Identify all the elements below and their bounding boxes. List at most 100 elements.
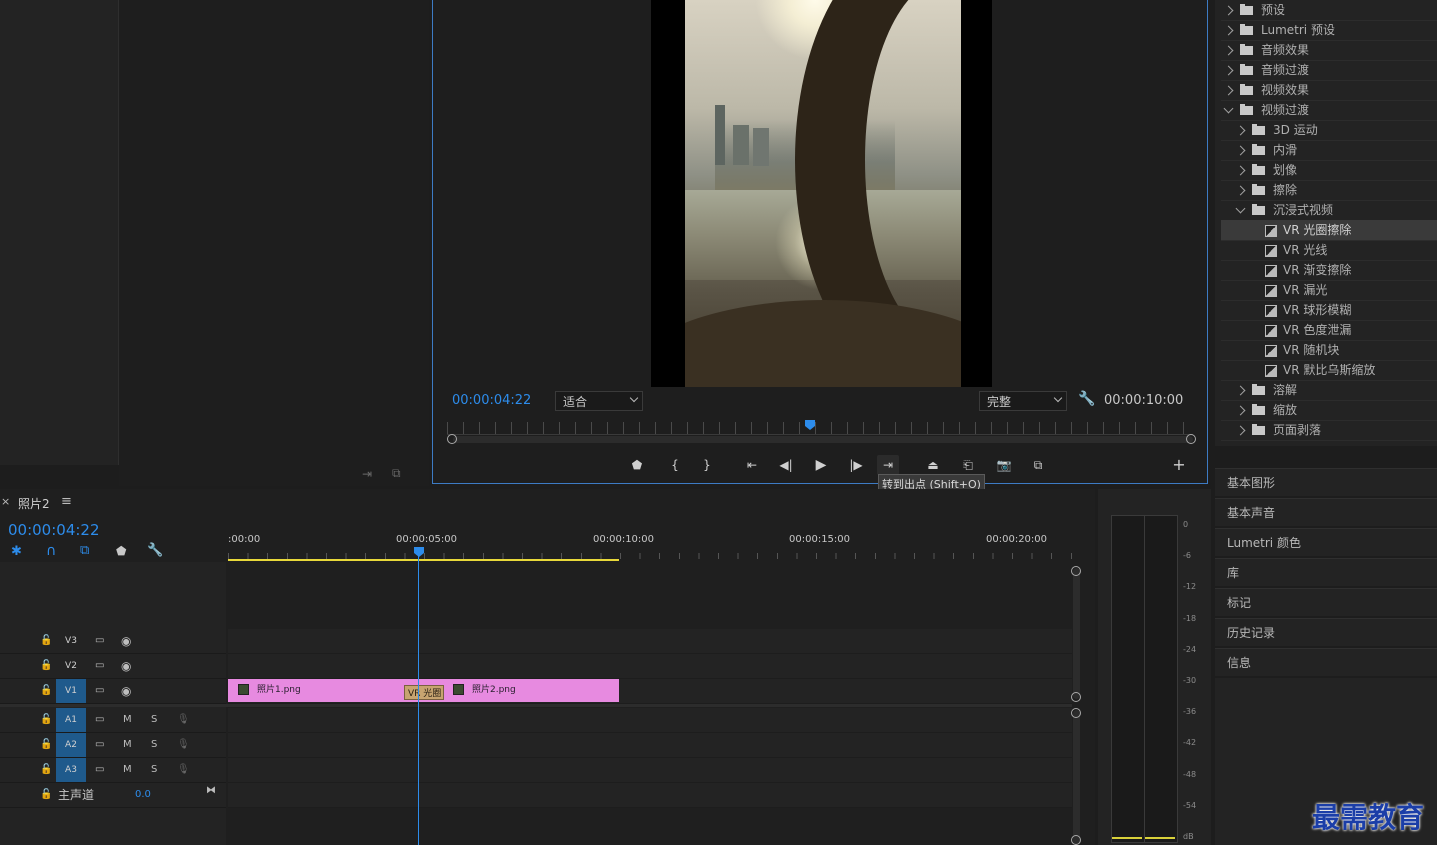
chevron-right-icon[interactable] xyxy=(1223,5,1234,16)
lock-icon[interactable]: 🔓 xyxy=(40,758,52,782)
effects-tree-item[interactable]: Lumetri 预设 xyxy=(1221,20,1437,41)
snap-icon[interactable]: ∩ xyxy=(46,543,56,559)
sync-lock-icon[interactable]: ▭ xyxy=(95,733,104,757)
sync-lock-icon[interactable]: ▭ xyxy=(95,708,104,732)
effects-tree-item[interactable]: VR 色度泄漏 xyxy=(1221,320,1437,341)
effects-tree-item[interactable]: VR 随机块 xyxy=(1221,340,1437,361)
chevron-right-icon[interactable] xyxy=(1223,25,1234,36)
mark-out-icon[interactable]: } xyxy=(696,455,718,475)
scroll-handle-left[interactable] xyxy=(447,434,457,444)
side-panel-tab[interactable]: 信息 xyxy=(1215,648,1437,676)
effects-tree-item[interactable]: 擦除 xyxy=(1221,180,1437,201)
export-frame-icon[interactable]: ⇥ xyxy=(362,467,372,481)
quality-select[interactable]: 完整 xyxy=(979,391,1067,411)
zoom-select[interactable]: 适合 xyxy=(555,391,643,411)
track-lane-a2[interactable] xyxy=(228,733,1072,758)
effects-tree-item[interactable]: VR 渐变擦除 xyxy=(1221,260,1437,281)
insert-icon[interactable]: ⧉ xyxy=(392,466,401,481)
eye-icon[interactable]: ◉ xyxy=(121,654,131,678)
effects-tree-item[interactable]: 缩放 xyxy=(1221,400,1437,421)
video-frame[interactable] xyxy=(651,0,992,387)
mark-in-icon[interactable]: { xyxy=(664,455,686,475)
effects-tree-item[interactable]: 预设 xyxy=(1221,0,1437,21)
effects-tree-item[interactable]: 划像 xyxy=(1221,160,1437,181)
effects-tree-item[interactable]: 视频过渡 xyxy=(1221,100,1437,121)
step-back-icon[interactable]: ◀| xyxy=(775,455,797,475)
lock-icon[interactable]: 🔓 xyxy=(40,733,52,757)
sync-lock-icon[interactable]: ▭ xyxy=(95,629,104,653)
wrench-icon[interactable]: 🔧 xyxy=(1078,391,1095,407)
sync-lock-icon[interactable]: ▭ xyxy=(95,654,104,678)
panel-menu-icon[interactable]: ≡ xyxy=(61,494,72,509)
effects-tree-item[interactable]: 音频过渡 xyxy=(1221,60,1437,81)
chevron-right-icon[interactable] xyxy=(1235,165,1246,176)
step-forward-icon[interactable]: |▶ xyxy=(845,455,867,475)
effects-tree-item[interactable]: 沉浸式视频 xyxy=(1221,200,1437,221)
track-target-v3[interactable]: V3 xyxy=(56,629,86,653)
eye-icon[interactable]: ◉ xyxy=(121,629,131,653)
master-volume-value[interactable]: 0.0 xyxy=(135,783,151,807)
mute-button[interactable]: M xyxy=(123,708,132,732)
track-target-v2[interactable]: V2 xyxy=(56,654,86,678)
mute-button[interactable]: M xyxy=(123,758,132,782)
chevron-down-icon[interactable] xyxy=(1235,203,1246,214)
track-lane-v3[interactable] xyxy=(228,629,1072,654)
mic-icon[interactable]: 🎙 xyxy=(177,733,190,757)
lift-icon[interactable]: ⏏ xyxy=(922,455,944,475)
side-panel-tab[interactable]: 标记 xyxy=(1215,588,1437,616)
mic-icon[interactable]: 🎙 xyxy=(177,708,190,732)
play-icon[interactable]: ▶ xyxy=(810,455,832,475)
keyframe-nav-icon[interactable]: ⧓ xyxy=(206,779,216,803)
scroll-handle-right[interactable] xyxy=(1186,434,1196,444)
chevron-right-icon[interactable] xyxy=(1235,145,1246,156)
mute-button[interactable]: M xyxy=(123,733,132,757)
marker-icon[interactable]: ⬟ xyxy=(116,544,126,558)
go-to-in-icon[interactable]: ⇤ xyxy=(741,455,763,475)
work-area-bar[interactable] xyxy=(228,559,619,561)
effects-tree-item[interactable]: VR 光圈擦除 xyxy=(1221,220,1437,241)
extract-icon[interactable]: ⎗ xyxy=(957,455,979,475)
program-timecode[interactable]: 00:00:04:22 xyxy=(452,393,531,408)
effects-tree-item[interactable]: 视频效果 xyxy=(1221,80,1437,101)
track-target-a1[interactable]: A1 xyxy=(56,708,86,732)
side-panel-tab[interactable]: Lumetri 颜色 xyxy=(1215,528,1437,556)
effects-tree-item[interactable]: 音频效果 xyxy=(1221,40,1437,61)
transition-clip[interactable]: VR 光圈 xyxy=(404,685,444,700)
track-lane-a3[interactable] xyxy=(228,758,1072,783)
chevron-right-icon[interactable] xyxy=(1223,45,1234,56)
chevron-right-icon[interactable] xyxy=(1223,65,1234,76)
chevron-right-icon[interactable] xyxy=(1235,425,1246,436)
audio-scrollbar[interactable] xyxy=(1073,710,1080,845)
track-lane-v2[interactable] xyxy=(228,654,1072,679)
track-target-v1[interactable]: V1 xyxy=(56,679,86,703)
effects-tree-item[interactable]: 3D 运动 xyxy=(1221,120,1437,141)
track-target-a2[interactable]: A2 xyxy=(56,733,86,757)
side-panel-tab[interactable]: 基本声音 xyxy=(1215,498,1437,526)
chevron-right-icon[interactable] xyxy=(1235,385,1246,396)
effects-tree-item[interactable]: 溶解 xyxy=(1221,380,1437,401)
effects-tree-item[interactable]: 内滑 xyxy=(1221,140,1437,161)
chevron-right-icon[interactable] xyxy=(1235,125,1246,136)
lock-icon[interactable]: 🔓 xyxy=(40,629,52,653)
timeline-timecode[interactable]: 00:00:04:22 xyxy=(8,521,100,539)
camera-icon[interactable]: 📷 xyxy=(993,455,1015,475)
scroll-handle-icon[interactable] xyxy=(1071,835,1081,845)
sequence-tab[interactable]: 照片2 xyxy=(18,495,50,512)
linked-selection-icon[interactable]: ⧉ xyxy=(80,543,89,558)
side-panel-tab[interactable]: 历史记录 xyxy=(1215,618,1437,646)
solo-button[interactable]: S xyxy=(151,733,157,757)
chevron-right-icon[interactable] xyxy=(1235,405,1246,416)
solo-button[interactable]: S xyxy=(151,708,157,732)
track-lane-master[interactable] xyxy=(228,783,1072,808)
sync-lock-icon[interactable]: ▭ xyxy=(95,679,104,703)
lock-icon[interactable]: 🔓 xyxy=(40,783,52,807)
solo-button[interactable]: S xyxy=(151,758,157,782)
chevron-right-icon[interactable] xyxy=(1235,185,1246,196)
clip-photo2[interactable]: 照片2.png xyxy=(423,679,619,702)
side-panel-tab[interactable]: 库 xyxy=(1215,558,1437,586)
sync-lock-icon[interactable]: ▭ xyxy=(95,758,104,782)
effects-tree-item[interactable]: VR 光线 xyxy=(1221,240,1437,261)
track-target-a3[interactable]: A3 xyxy=(56,758,86,782)
settings-wrench-icon[interactable]: 🔧 xyxy=(147,543,163,558)
scroll-handle-icon[interactable] xyxy=(1071,566,1081,576)
